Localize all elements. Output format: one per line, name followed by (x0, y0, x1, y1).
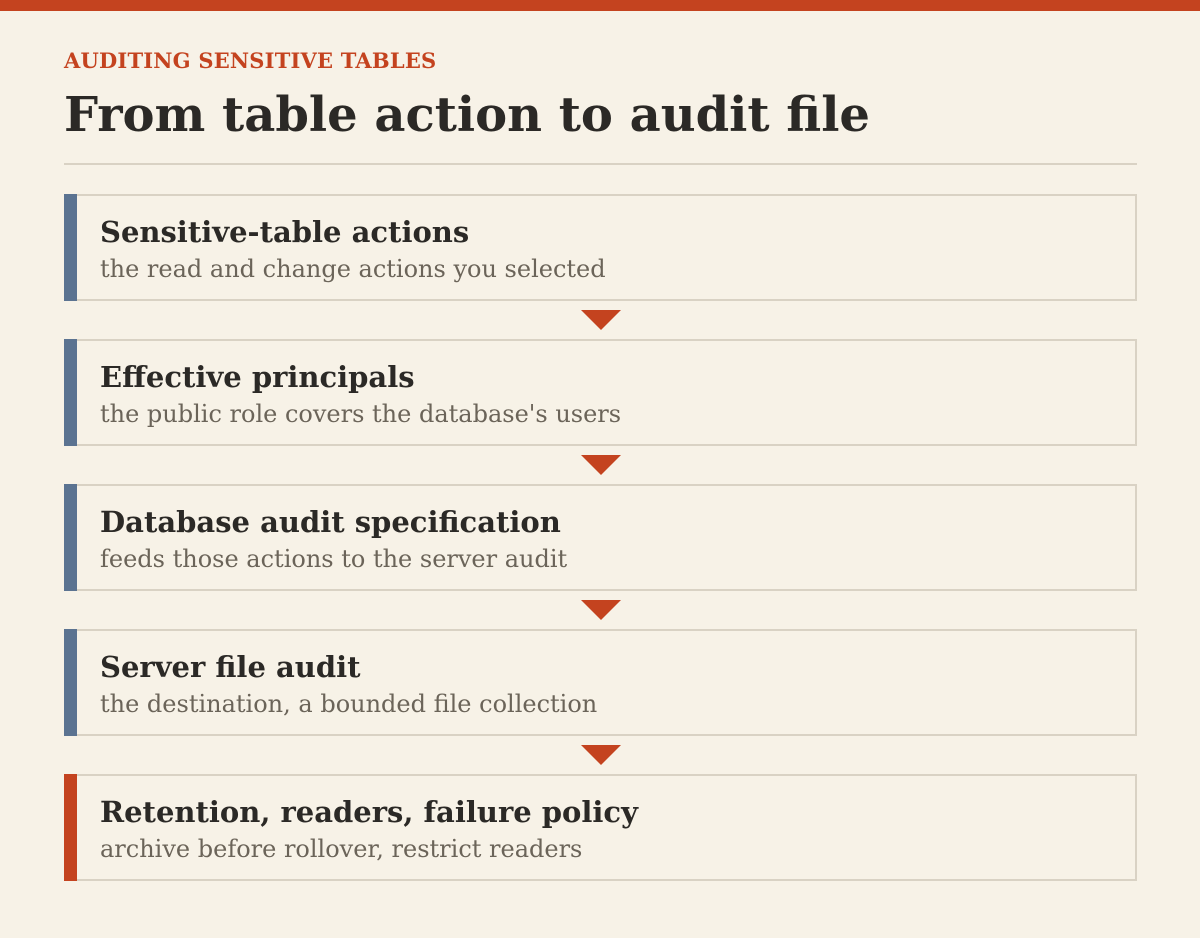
title-divider (64, 163, 1137, 165)
step-description: the destination, a bounded file collecti… (100, 690, 598, 718)
step-description: archive before rollover, restrict reader… (100, 835, 583, 863)
down-arrow-icon (581, 455, 621, 475)
step-title: Sensitive-table actions (100, 215, 470, 249)
down-arrow-icon (581, 310, 621, 330)
flow-step-server-file-audit: Server file audit the destination, a bou… (64, 629, 1137, 736)
flow-step-effective-principals: Effective principals the public role cov… (64, 339, 1137, 446)
page-title: From table action to audit file (64, 87, 870, 143)
step-accent-bar (64, 339, 77, 446)
step-description: the public role covers the database's us… (100, 400, 622, 428)
flow-step-sensitive-table-actions: Sensitive-table actions the read and cha… (64, 194, 1137, 301)
section-eyebrow: AUDITING SENSITIVE TABLES (64, 48, 437, 73)
step-description: feeds those actions to the server audit (100, 545, 568, 573)
flow-step-retention-readers-failure-policy: Retention, readers, failure policy archi… (64, 774, 1137, 881)
step-accent-bar (64, 774, 77, 881)
step-accent-bar (64, 629, 77, 736)
step-description: the read and change actions you selected (100, 255, 606, 283)
step-title: Server file audit (100, 650, 361, 684)
flow-step-database-audit-specification: Database audit specification feeds those… (64, 484, 1137, 591)
down-arrow-icon (581, 600, 621, 620)
step-title: Database audit specification (100, 505, 561, 539)
step-title: Retention, readers, failure policy (100, 795, 638, 829)
step-accent-bar (64, 484, 77, 591)
step-title: Effective principals (100, 360, 415, 394)
down-arrow-icon (581, 745, 621, 765)
top-accent-bar (0, 0, 1200, 11)
step-accent-bar (64, 194, 77, 301)
